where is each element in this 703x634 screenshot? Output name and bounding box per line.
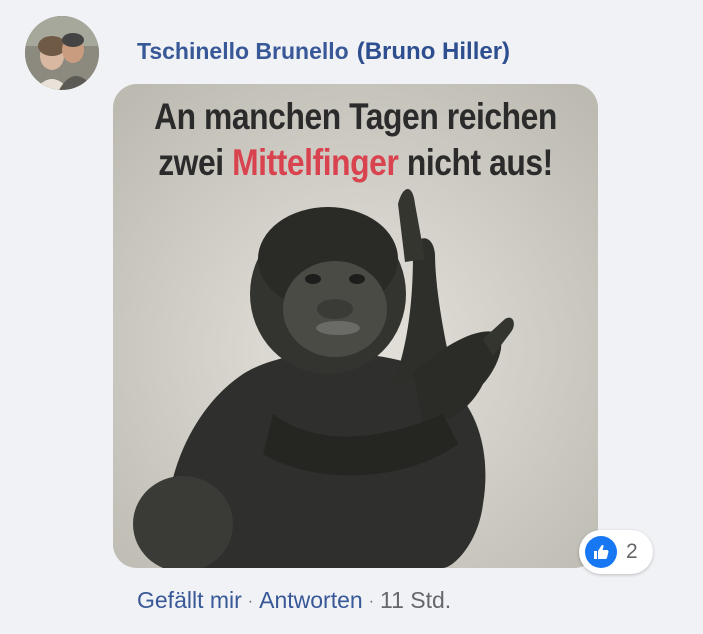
comment-actions: Gefällt mir · Antworten · 11 Std.	[137, 587, 451, 614]
thumbs-up-icon	[585, 536, 617, 568]
reply-button[interactable]: Antworten	[259, 587, 363, 613]
comment-author: Tschinello Brunello (Bruno Hiller)	[137, 38, 510, 66]
meme-text-highlight: Mittelfinger	[232, 142, 399, 183]
author-name-link[interactable]: Tschinello Brunello	[137, 38, 349, 64]
separator-dot: ·	[368, 592, 375, 610]
comment-timestamp[interactable]: 11 Std.	[380, 587, 451, 613]
author-avatar[interactable]	[25, 16, 99, 90]
reaction-count: 2	[626, 540, 638, 563]
comment-image[interactable]: An manchen Tagen reichen zwei Mittelfing…	[113, 84, 598, 568]
like-button[interactable]: Gefällt mir	[137, 587, 242, 613]
meme-text-line-1: An manchen Tagen reichen	[154, 96, 557, 137]
reaction-summary[interactable]: 2	[579, 530, 653, 574]
meme-text-before: zwei	[158, 142, 224, 183]
meme-text-after: nicht aus!	[406, 142, 553, 183]
author-alias: (Bruno Hiller)	[356, 38, 511, 65]
avatar-image	[25, 16, 99, 90]
separator-dot: ·	[247, 592, 254, 610]
meme-text-line-2: zwei Mittelfinger nicht aus!	[147, 142, 564, 184]
